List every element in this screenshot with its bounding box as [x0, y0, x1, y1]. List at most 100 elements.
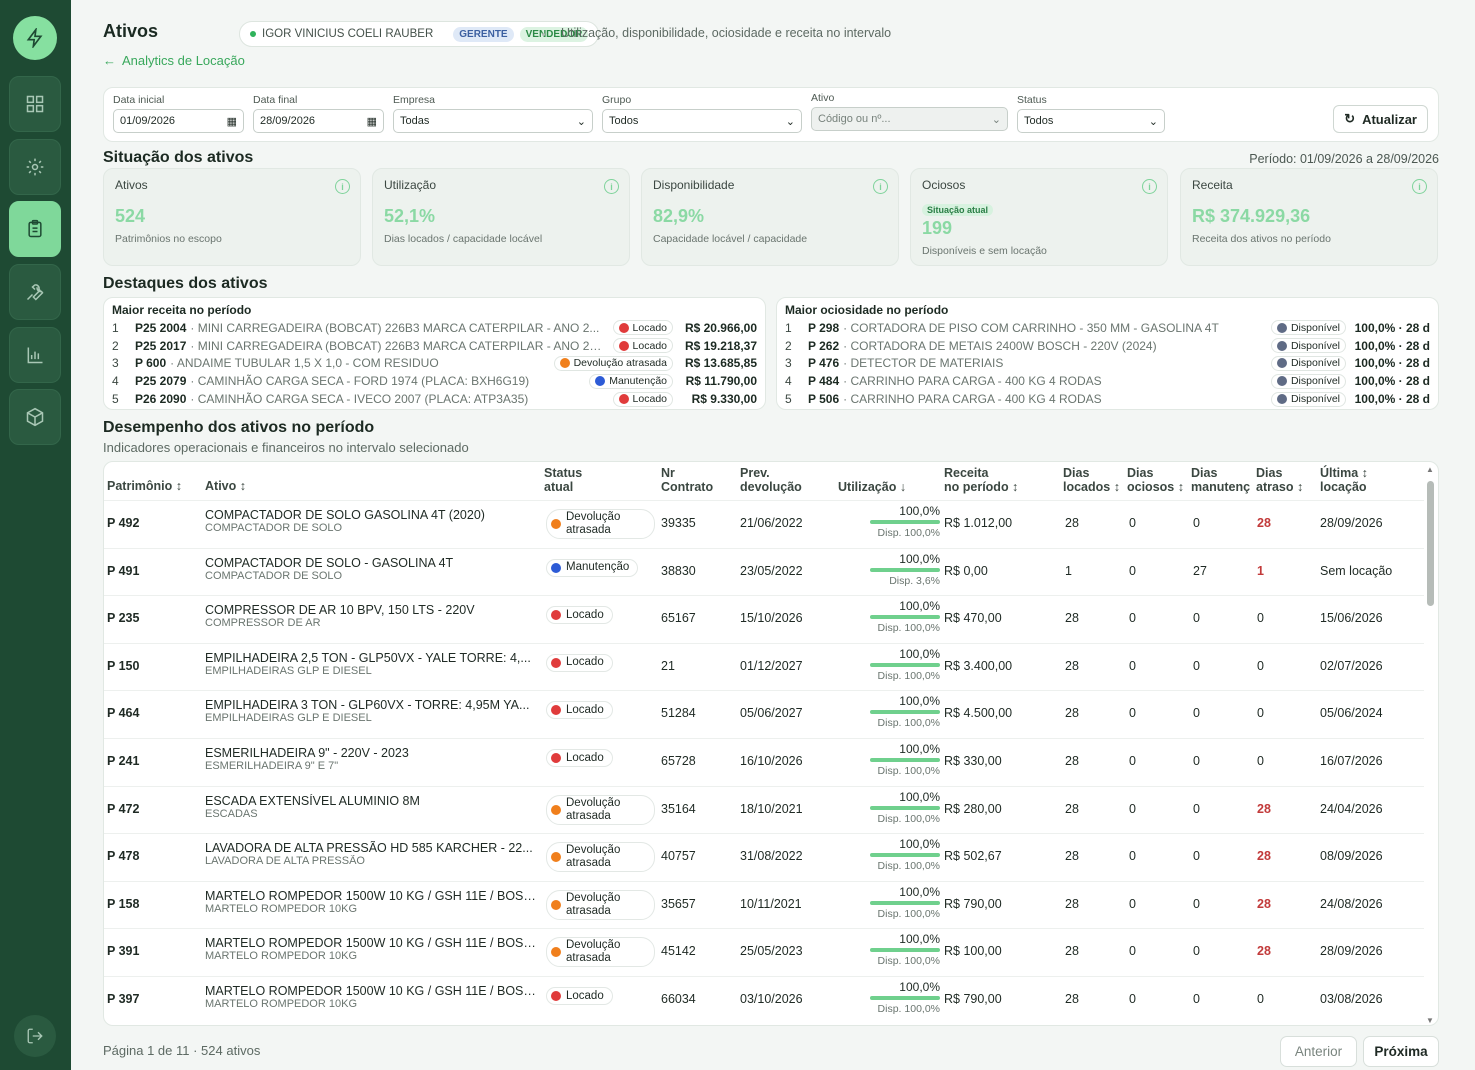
calendar-icon[interactable]: ▦	[367, 115, 377, 128]
table-row[interactable]: P 464 EMPILHADEIRA 3 TON - GLP60VX - TORR…	[104, 690, 1424, 738]
table-row[interactable]: P 241 ESMERILHADEIRA 9" - 220V - 2023 ESME…	[104, 738, 1424, 786]
col-receita[interactable]: Receita no período ↕	[944, 466, 1018, 494]
col-utilizacao[interactable]: Utilização ↓	[838, 480, 906, 494]
calendar-icon[interactable]: ▦	[227, 115, 237, 128]
cell-patrimonio: P 491	[107, 563, 140, 578]
cell-dias-manutencao: 0	[1193, 944, 1200, 959]
info-icon[interactable]: i	[604, 179, 619, 194]
sidebar-item-produtos[interactable]	[9, 389, 61, 445]
info-icon[interactable]: i	[1142, 179, 1157, 194]
date-end-input[interactable]: 28/09/2026 ▦	[253, 109, 384, 133]
col-dias-manutencao[interactable]: Dias manutenç	[1191, 466, 1251, 494]
cell-prev-devolucao: 03/10/2026	[740, 992, 803, 1006]
cell-ultima-locacao: Sem locação	[1320, 563, 1393, 578]
sidebar-item-relatorios[interactable]	[9, 327, 61, 383]
rank-number: 3	[112, 356, 119, 371]
table-row[interactable]: P 478 LAVADORA DE ALTA PRESSÃO HD 585 KAR…	[104, 833, 1424, 881]
highlight-row[interactable]: 2 P 262 · CORTADORA DE METAIS 2400W BOSCH …	[785, 337, 1430, 355]
cell-dias-ociosos: 0	[1129, 944, 1136, 959]
highlight-row[interactable]: 1 P25 2004 · MINI CARREGADEIRA (BOBCAT) 22…	[112, 319, 757, 337]
table-scrollbar[interactable]: ▲ ▼	[1426, 465, 1435, 1025]
info-icon[interactable]: i	[1412, 179, 1427, 194]
prev-page-button[interactable]: Anterior	[1280, 1036, 1357, 1067]
col-ativo[interactable]: Ativo ↕	[205, 479, 246, 493]
availability-value: Disp. 100,0%	[877, 622, 940, 635]
table-row[interactable]: P 492 COMPACTADOR DE SOLO GASOLINA 4T (20…	[104, 500, 1424, 548]
next-page-button[interactable]: Próxima	[1363, 1036, 1439, 1067]
date-start-input[interactable]: 01/09/2026 ▦	[113, 109, 244, 133]
highlight-row[interactable]: 5 P26 2090 · CAMINHÃO CARGA SECA - IVECO 2…	[112, 390, 757, 408]
situacao-atual-tag: Situação atual	[922, 204, 994, 216]
utilization-bar	[870, 900, 940, 905]
sidebar-item-dashboard[interactable]	[9, 76, 61, 132]
highlight-row[interactable]: 3 P 476 · DETECTOR DE MATERIAIS Disponível 1…	[785, 355, 1430, 373]
col-manut-line2: manutenç	[1191, 480, 1251, 494]
status-dot	[559, 358, 570, 369]
cell-utilizacao: 100,0% Disp. 100,0%	[870, 885, 940, 920]
status-badge: Manutenção	[589, 373, 673, 389]
highlight-row[interactable]: 1 P 298 · CORTADORA DE PISO COM CARRINHO -…	[785, 319, 1430, 337]
cell-contrato: 65728	[661, 754, 696, 768]
highlight-row[interactable]: 5 P 506 · CARRINHO PARA CARGA - 400 KG 4 R…	[785, 390, 1430, 408]
col-receita-line1: Receita	[944, 466, 989, 480]
cell-dias-ociosos: 0	[1129, 896, 1136, 911]
availability-value: Disp. 3,6%	[889, 574, 940, 587]
cell-patrimonio: P 464	[107, 706, 140, 721]
table-row[interactable]: P 491 COMPACTADOR DE SOLO - GASOLINA 4T CO…	[104, 547, 1424, 596]
highlight-row[interactable]: 3 P 600 · ANDAIME TUBULAR 1,5 X 1,0 - COM …	[112, 355, 757, 373]
sidebar-item-settings[interactable]	[9, 139, 61, 195]
grupo-select[interactable]: Todos ⌄	[602, 109, 802, 133]
info-icon[interactable]: i	[335, 179, 350, 194]
info-icon[interactable]: i	[873, 179, 888, 194]
cell-contrato: 51284	[661, 706, 696, 721]
sidebar-item-manutencao[interactable]	[9, 264, 61, 320]
ativo-search-input[interactable]: Código ou nº... ⌄	[811, 107, 1008, 131]
sidebar-item-ativos[interactable]	[9, 201, 61, 257]
col-dias-locados[interactable]: Dias locados ↕	[1063, 466, 1120, 494]
utilization-bar-fill	[870, 758, 940, 762]
clipboard-icon	[28, 219, 42, 238]
app-logo[interactable]	[13, 16, 57, 60]
filter-data-final: Data final 28/09/2026 ▦	[253, 94, 384, 133]
logout-button[interactable]	[14, 1015, 56, 1057]
table-row[interactable]: P 391 MARTELO ROMPEDOR 1500W 10 KG / GSH …	[104, 928, 1424, 976]
cell-dias-manutencao: 0	[1193, 992, 1200, 1006]
rank-number: 5	[785, 392, 792, 407]
col-dias-ociosos[interactable]: Dias ociosos ↕	[1127, 466, 1184, 494]
col-ultima-locacao[interactable]: Última ↕ locação	[1320, 466, 1368, 494]
utilization-bar	[870, 615, 940, 620]
cell-prev-devolucao: 18/10/2021	[740, 801, 803, 816]
highlight-value: R$ 9.330,00	[691, 392, 757, 407]
refresh-button[interactable]: ↻ Atualizar	[1333, 105, 1428, 133]
status-select[interactable]: Todos ⌄	[1017, 109, 1165, 133]
asset-name: ESMERILHADEIRA 9" - 220V - 2023	[205, 746, 409, 760]
filter-ativo: Ativo Código ou nº... ⌄	[811, 92, 1008, 131]
table-row[interactable]: P 472 ESCADA EXTENSÍVEL ALUMINIO 8M ESCADA…	[104, 785, 1424, 834]
asset-group: ESMERILHADEIRA 9" E 7"	[205, 760, 339, 772]
table-row[interactable]: P 235 COMPRESSOR DE AR 10 BPV, 150 LTS - …	[104, 595, 1424, 643]
scrollbar-thumb[interactable]	[1427, 481, 1434, 606]
table-row[interactable]: P 158 MARTELO ROMPEDOR 1500W 10 KG / GSH …	[104, 880, 1424, 929]
highlight-row[interactable]: 2 P25 2017 · MINI CARREGADEIRA (BOBCAT) 22…	[112, 337, 757, 355]
highlight-value: 100,0% · 28 d	[1354, 356, 1430, 371]
col-dias-atraso[interactable]: Dias atraso ↕	[1256, 466, 1303, 494]
kpi-label: Disponibilidade	[653, 178, 735, 192]
scroll-up-icon[interactable]: ▲	[1426, 465, 1434, 474]
scroll-down-icon[interactable]: ▼	[1426, 1016, 1434, 1025]
cell-ativo: ESCADA EXTENSÍVEL ALUMINIO 8M ESCADAS	[205, 794, 540, 820]
table-row[interactable]: P 150 EMPILHADEIRA 2,5 TON - GLP50VX - YA…	[104, 642, 1424, 691]
highlight-row[interactable]: 4 P 484 · CARRINHO PARA CARGA - 400 KG 4 R…	[785, 372, 1430, 390]
back-link[interactable]: ← Analytics de Locação	[103, 53, 245, 68]
col-patrimonio[interactable]: Patrimônio ↕	[107, 479, 182, 493]
cell-dias-manutencao: 0	[1193, 849, 1200, 864]
status-dot	[1276, 376, 1287, 387]
empresa-select[interactable]: Todas ⌄	[393, 109, 593, 133]
kpi-description: Capacidade locável / capacidade	[653, 233, 808, 245]
highlight-row[interactable]: 4 P25 2079 · CAMINHÃO CARGA SECA - FORD 19…	[112, 372, 757, 390]
cell-dias-manutencao: 0	[1193, 658, 1200, 673]
chevron-down-icon: ⌄	[1148, 115, 1158, 128]
table-row[interactable]: P 397 MARTELO ROMPEDOR 1500W 10 KG / GSH …	[104, 976, 1424, 1024]
cell-contrato: 66034	[661, 992, 696, 1006]
highlight-maior-receita: Maior receita no período 1 P25 2004 · MINI…	[103, 297, 766, 410]
col-status: Status atual	[544, 466, 582, 494]
